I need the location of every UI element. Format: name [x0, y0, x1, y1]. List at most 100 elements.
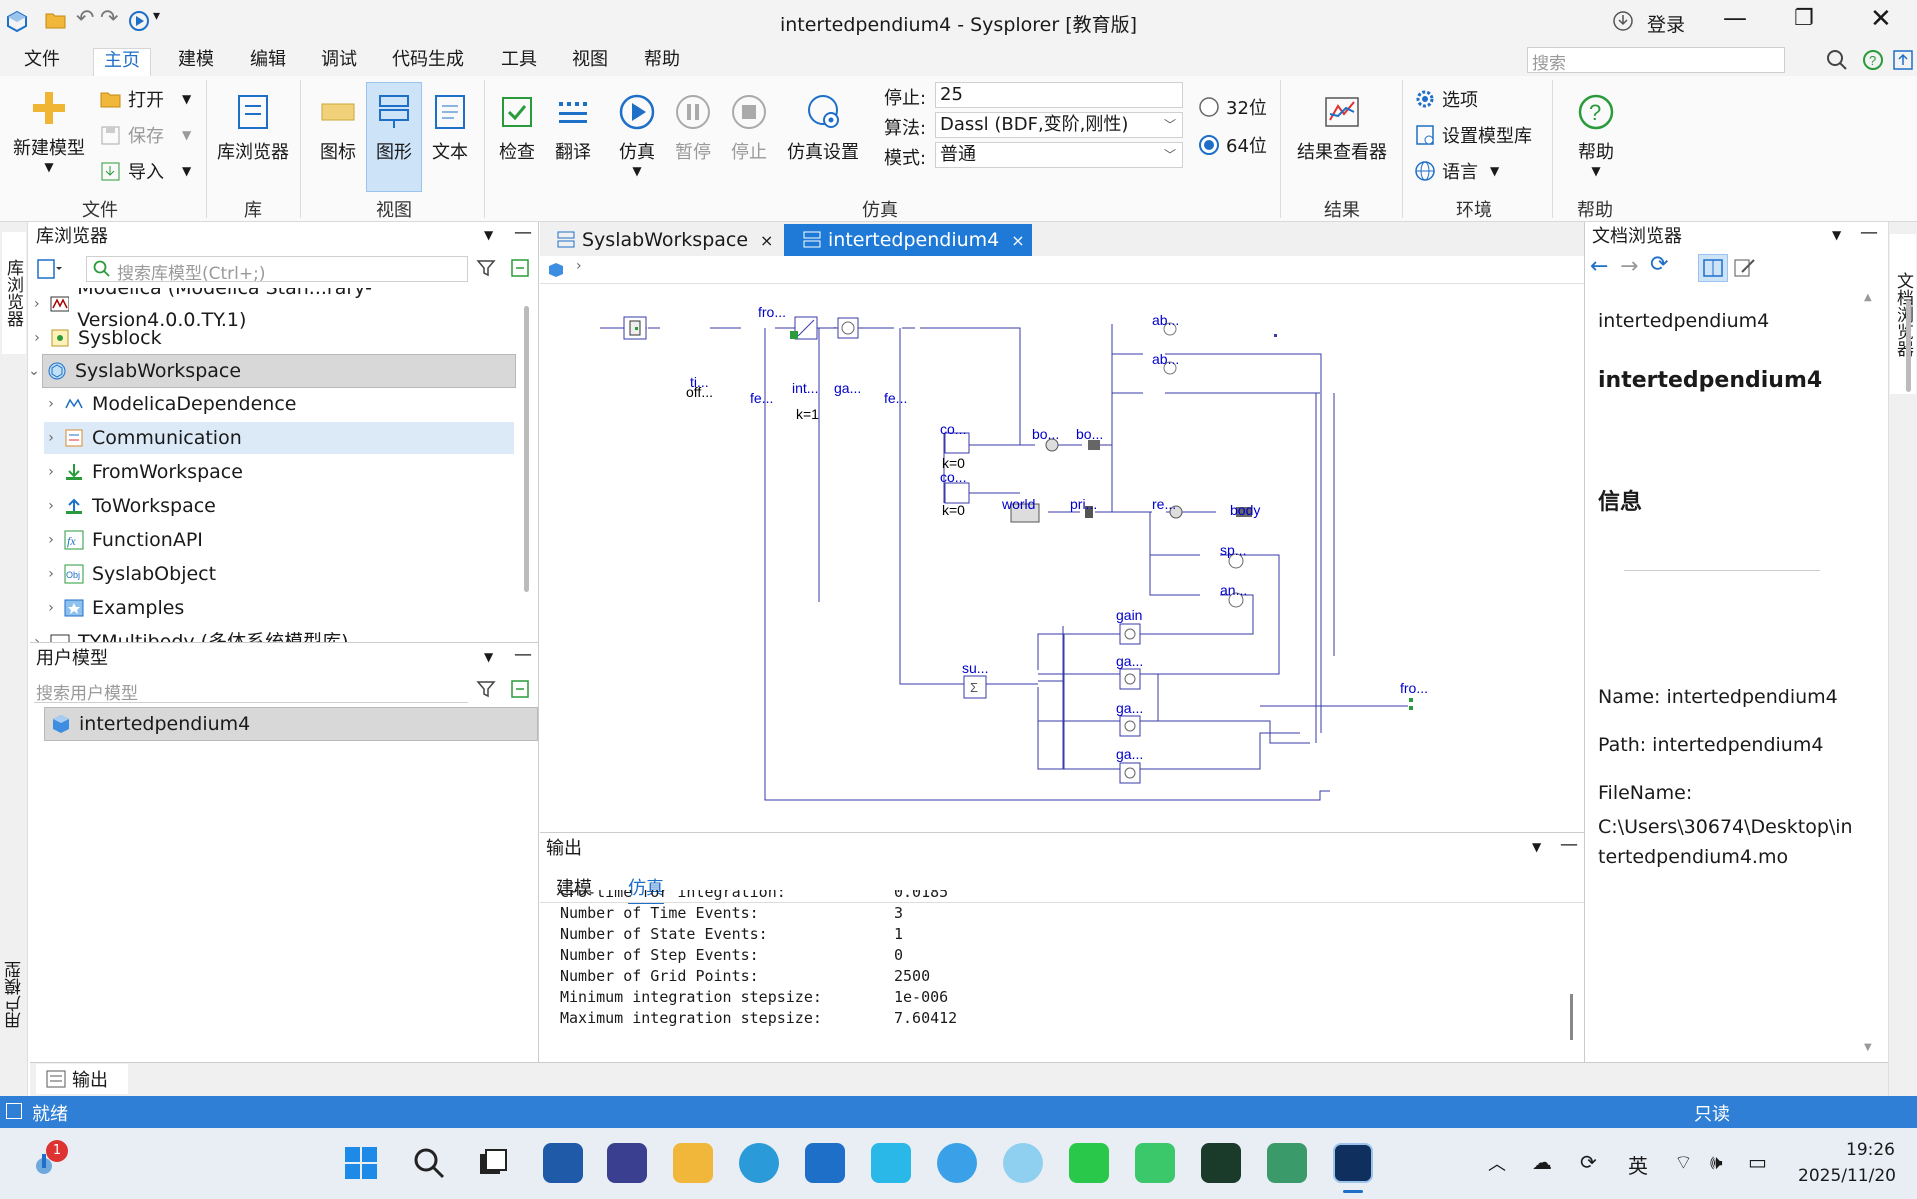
pane-menu-icon[interactable]: ▼: [484, 228, 493, 242]
maximize-button[interactable]: ❐: [1794, 6, 1814, 31]
save-button[interactable]: 保存 ▼: [100, 122, 191, 148]
taskbar-app-eye-icon[interactable]: [1003, 1143, 1043, 1183]
task-view-icon[interactable]: [478, 1148, 508, 1178]
library-filter-menu-icon[interactable]: [36, 258, 62, 280]
open-button[interactable]: 打开 ▼: [100, 86, 191, 112]
tray-wifi-icon[interactable]: ⌔: [1674, 1150, 1693, 1175]
help-circle-icon[interactable]: ?: [1862, 49, 1884, 71]
close-tab-icon[interactable]: ×: [1011, 231, 1024, 250]
bottom-tab-output[interactable]: 输出: [36, 1064, 128, 1094]
taskbar-app-cube-icon[interactable]: [1201, 1143, 1241, 1183]
pane-menu-icon[interactable]: ▼: [1832, 228, 1841, 242]
tree-item-sysblock[interactable]: › Sysblock: [30, 322, 530, 354]
pane-menu-icon[interactable]: ▼: [484, 650, 493, 664]
help-button[interactable]: ? 帮助 ▼: [1568, 92, 1624, 178]
windows-start-icon[interactable]: [344, 1146, 378, 1180]
tray-battery-icon[interactable]: ▭: [1748, 1150, 1767, 1174]
restore-ribbon-icon[interactable]: [1892, 49, 1914, 71]
taskbar-store-icon[interactable]: [805, 1143, 845, 1183]
icon-view-button[interactable]: 图标: [312, 92, 364, 164]
tree-item-syslabworkspace[interactable]: ⌄ SyslabWorkspace: [30, 354, 516, 388]
pane-minimize-icon[interactable]: —: [514, 644, 532, 665]
menu-modeling[interactable]: 建模: [168, 48, 224, 76]
options-button[interactable]: 选项: [1414, 86, 1478, 112]
tree-item-toworkspace[interactable]: › ToWorkspace: [44, 490, 514, 522]
taskbar-wechat-icon[interactable]: [1069, 1143, 1109, 1183]
login-icon[interactable]: [1612, 10, 1634, 32]
pane-menu-icon[interactable]: ▼: [1532, 840, 1541, 854]
close-tab-icon[interactable]: ×: [760, 231, 773, 250]
pane-minimize-icon[interactable]: —: [1560, 834, 1578, 855]
result-viewer-button[interactable]: 结果查看器: [1290, 92, 1394, 164]
tray-cloud-icon[interactable]: ☁: [1532, 1150, 1552, 1174]
stop-button[interactable]: 停止: [724, 92, 774, 164]
taskbar-edge-icon[interactable]: [739, 1143, 779, 1183]
taskbar-sysplorer-icon[interactable]: [1333, 1143, 1373, 1183]
import-button[interactable]: 导入 ▼: [100, 158, 191, 184]
user-model-intertedpendium4[interactable]: intertedpendium4: [44, 707, 538, 741]
library-search-input[interactable]: 搜索库模型(Ctrl+;): [86, 256, 468, 284]
breadcrumb-chevron-icon[interactable]: ›: [576, 258, 582, 274]
tab-syslabworkspace[interactable]: SyslabWorkspace ×: [556, 224, 778, 256]
taskbar-file-explorer-icon[interactable]: [673, 1143, 713, 1183]
menu-codegen[interactable]: 代码生成: [382, 48, 474, 76]
doc-scrollbar[interactable]: [1906, 300, 1911, 392]
mode-select[interactable]: 普通 ﹀: [935, 142, 1183, 168]
tree-item-syslabobject[interactable]: › Obj SyslabObject: [44, 558, 514, 590]
output-scrollbar[interactable]: [1570, 994, 1573, 1040]
collapse-all-icon[interactable]: [510, 258, 530, 278]
scroll-down-icon[interactable]: ▼: [1864, 1042, 1872, 1053]
model-lib-button[interactable]: 设置模型库: [1414, 122, 1532, 148]
taskbar-chat-icon[interactable]: [1135, 1143, 1175, 1183]
model-diagram[interactable]: Σ fro... ti... off... fe... int... k=1 g…: [540, 285, 1584, 832]
library-browser-button[interactable]: 库浏览器: [212, 92, 294, 164]
menu-edit[interactable]: 编辑: [240, 48, 296, 76]
menu-debug[interactable]: 调试: [311, 48, 367, 76]
tray-chevron-up-icon[interactable]: ︿: [1488, 1150, 1506, 1176]
translate-button[interactable]: 翻译: [548, 92, 598, 164]
taskbar-app-v-icon[interactable]: [871, 1143, 911, 1183]
sim-settings-button[interactable]: 仿真设置: [780, 92, 866, 164]
close-button[interactable]: ✕: [1870, 4, 1892, 34]
tray-volume-icon[interactable]: 🕪: [1710, 1150, 1723, 1174]
tree-item-fromworkspace[interactable]: › FromWorkspace: [44, 456, 514, 488]
collapse-all-icon[interactable]: [510, 679, 530, 699]
tab-intertedpendium4[interactable]: intertedpendium4 ×: [784, 224, 1032, 256]
side-tab-library-browser[interactable]: 库浏览器: [2, 232, 26, 354]
login-button[interactable]: 登录: [1647, 10, 1685, 37]
menu-home[interactable]: 主页: [93, 48, 151, 76]
stop-time-input[interactable]: 25: [935, 82, 1183, 108]
pane-minimize-icon[interactable]: —: [1860, 222, 1878, 243]
tree-item-examples[interactable]: › Examples: [44, 592, 514, 624]
library-tree-scrollbar[interactable]: [524, 306, 529, 592]
language-button[interactable]: 语言 ▼: [1414, 158, 1499, 184]
side-tab-doc-browser[interactable]: 文档浏览器: [1890, 234, 1916, 394]
tree-item-functionapi[interactable]: › fx FunctionAPI: [44, 524, 514, 556]
pane-minimize-icon[interactable]: —: [514, 222, 532, 243]
menu-file[interactable]: 文件: [14, 48, 70, 76]
scroll-up-icon[interactable]: ▲: [1864, 292, 1872, 303]
taskbar-app-chart-icon[interactable]: [607, 1143, 647, 1183]
tray-ime[interactable]: 英: [1628, 1150, 1648, 1179]
check-button[interactable]: 检查: [492, 92, 542, 164]
search-icon[interactable]: [1826, 49, 1848, 71]
pause-button[interactable]: 暂停: [668, 92, 718, 164]
tree-item-tymultibody[interactable]: › TYMultibody (多体系统模型库): [30, 626, 530, 642]
taskbar-app-pcl-icon[interactable]: [543, 1143, 583, 1183]
taskbar-app-window-icon[interactable]: [1267, 1143, 1307, 1183]
menu-help[interactable]: 帮助: [634, 48, 690, 76]
taskbar-search-icon[interactable]: [412, 1146, 446, 1180]
tree-item-modelicadependence[interactable]: › ModelicaDependence: [44, 388, 514, 420]
menu-view[interactable]: 视图: [562, 48, 618, 76]
tray-sync-icon[interactable]: ⟳: [1580, 1150, 1597, 1174]
text-view-button[interactable]: 文本: [424, 92, 476, 164]
forward-arrow-icon[interactable]: →: [1620, 254, 1638, 279]
edit-icon[interactable]: [1734, 258, 1756, 278]
diagram-canvas[interactable]: Σ fro... ti... off... fe... int... k=1 g…: [540, 285, 1584, 832]
new-model-button[interactable]: 新建模型 ▼: [8, 88, 90, 174]
minimize-button[interactable]: —: [1723, 4, 1747, 32]
diagram-view-button[interactable]: 图形: [366, 82, 422, 192]
taskbar-edge-ai-icon[interactable]: [937, 1143, 977, 1183]
tree-item-communication[interactable]: › Communication: [44, 422, 514, 454]
tree-item-modelica[interactable]: › Modelica (Modelica Stan...rary-Version4…: [30, 288, 530, 331]
